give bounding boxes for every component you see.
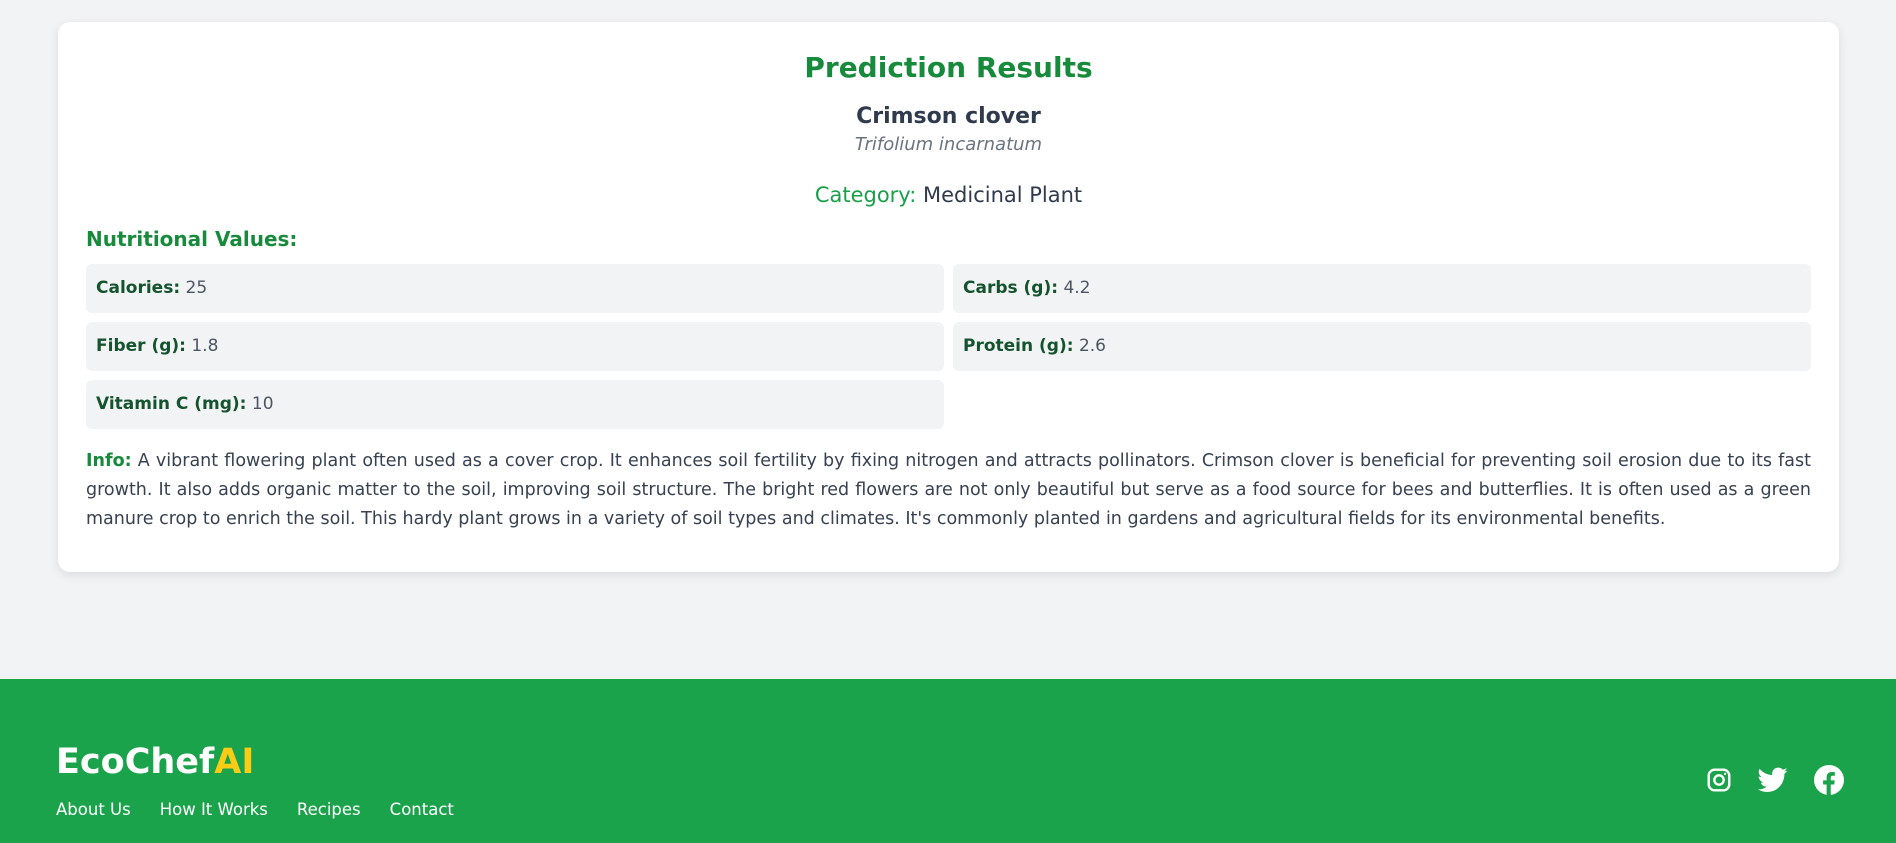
nutrition-grid: Calories: 25 Carbs (g): 4.2 Fiber (g): 1… [86,264,1811,429]
nutrition-label: Vitamin C (mg): [96,394,247,414]
brand-accent: AI [214,742,255,782]
facebook-icon[interactable] [1814,765,1844,795]
nutrition-title: Nutritional Values: [86,227,298,251]
nutrition-item-calories: Calories: 25 [86,264,944,313]
nutrition-item-fiber: Fiber (g): 1.8 [86,322,944,371]
info-paragraph: Info: A vibrant flowering plant often us… [86,447,1811,534]
site-footer: EcoChefAI About Us How It Works Recipes … [0,679,1896,843]
footer-nav: About Us How It Works Recipes Contact [56,800,454,819]
info-text: A vibrant flowering plant often used as … [86,451,1811,529]
category-row: Category: Medicinal Plant [86,181,1811,209]
nutrition-value: 1.8 [191,336,219,356]
brand-main: EcoChef [56,742,215,782]
plant-name: Crimson clover [856,104,1041,129]
instagram-icon[interactable] [1706,767,1732,793]
footer-link-contact[interactable]: Contact [390,800,454,819]
category-label: Category: [814,183,917,207]
nutrition-label: Protein (g): [963,336,1074,356]
nutrition-item-vitamin-c: Vitamin C (mg): 10 [86,380,944,429]
page-title: Prediction Results [804,51,1093,84]
twitter-icon[interactable] [1758,767,1788,793]
footer-link-about-us[interactable]: About Us [56,800,131,819]
nutrition-item-carbs: Carbs (g): 4.2 [953,264,1811,313]
nutrition-value: 4.2 [1063,278,1091,298]
nutrition-label: Fiber (g): [96,336,186,356]
brand-logo[interactable]: EcoChefAI [56,741,254,783]
scientific-name: Trifolium incarnatum [854,134,1043,155]
nutrition-value: 25 [185,278,208,298]
category-value: Medicinal Plant [922,183,1083,207]
nutrition-label: Carbs (g): [963,278,1059,298]
footer-link-how-it-works[interactable]: How It Works [160,800,268,819]
info-label: Info: [86,451,132,471]
nutrition-label: Calories: [96,278,181,298]
prediction-results-card: Prediction Results Crimson clover Trifol… [58,22,1839,572]
nutrition-item-protein: Protein (g): 2.6 [953,322,1811,371]
social-links [1706,765,1844,795]
footer-link-recipes[interactable]: Recipes [297,800,361,819]
nutrition-value: 10 [251,394,274,414]
nutrition-value: 2.6 [1078,336,1106,356]
